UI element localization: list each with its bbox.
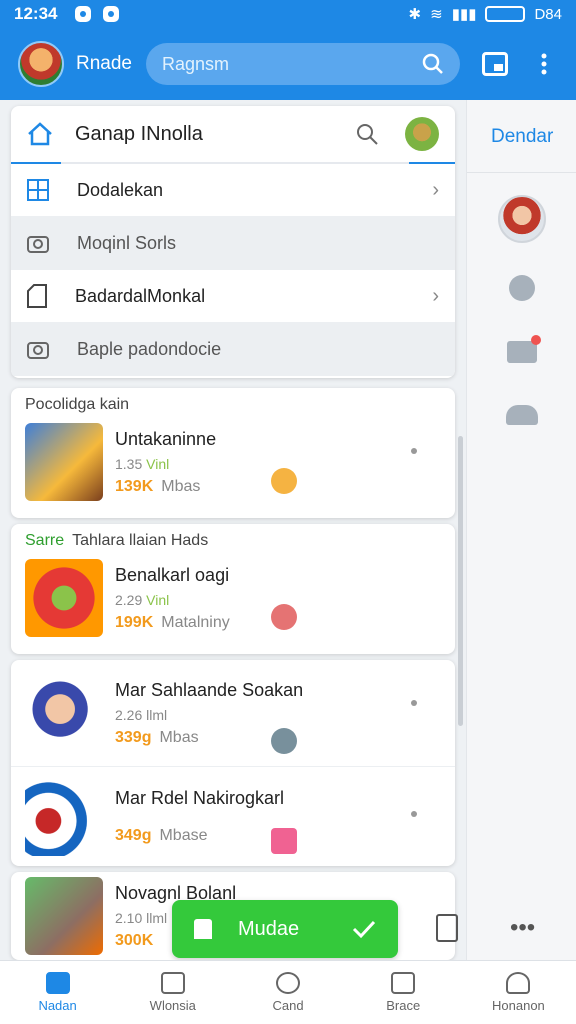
status-bar: 12:34 ✱ ≋ ▮▮▮ D84 [0, 0, 576, 28]
home-icon [194, 919, 212, 939]
home-icon [45, 972, 70, 994]
nav-label: Wlonsia [149, 998, 196, 1013]
signal-icon: ▮▮▮ [451, 6, 477, 23]
menu-card: Ganap INnolla Dodalekan › Moqinl Sorls B… [11, 106, 455, 378]
app-logo[interactable] [18, 41, 64, 87]
document-icon[interactable] [436, 914, 458, 942]
chevron-right-icon: › [432, 284, 439, 307]
app-thumbnail [25, 559, 103, 637]
grid-icon [27, 179, 49, 201]
file-icon [27, 284, 47, 308]
nav-item-home[interactable]: Nadan [0, 961, 115, 1024]
status-right-text: D84 [534, 5, 562, 23]
section-title: Sarre Tahlara llaian Hads [25, 532, 209, 549]
open-button-label: Mudae [238, 917, 300, 940]
pin-icon[interactable] [505, 273, 539, 305]
divider [467, 172, 576, 173]
section-title: Pocolidga kain [25, 396, 130, 413]
app-list-card: Pocolidga kain Untakaninne 1.35 Vinl 139… [11, 388, 455, 518]
menu-row-label: BadardalMonkal [75, 285, 206, 306]
nav-label: Cand [272, 998, 304, 1013]
menu-row-label: Moqinl Sorls [77, 232, 177, 253]
shield-icon [391, 972, 416, 994]
app-thumbnail [25, 877, 103, 955]
more-horiz-icon[interactable]: ••• [510, 914, 535, 942]
open-button[interactable]: Mudae [172, 900, 398, 958]
menu-row-label: Baple padondocie [77, 338, 222, 359]
profile-icon [506, 972, 531, 994]
nav-item-chart[interactable]: Cand [230, 961, 345, 1024]
menu-row[interactable]: BadardalMonkal › [11, 270, 455, 323]
more-vert-icon[interactable] [530, 50, 558, 78]
list-item[interactable]: Mar Rdel Nakirogkarl 349g Mbase [11, 766, 455, 866]
app-list-card: Sarre Tahlara llaian Hads Benalkarl oagi … [11, 524, 455, 654]
store-icon [160, 972, 185, 994]
app-meta: 2.26 llml [115, 706, 168, 723]
menu-card-header: Ganap INnolla [11, 106, 455, 164]
app-name: Untakaninne [115, 428, 217, 449]
badge-icon [271, 728, 297, 754]
tab-indicator [409, 162, 455, 164]
camera-icon [27, 342, 49, 359]
app-thumbnail [25, 423, 103, 501]
app-title: Rnade [76, 53, 132, 74]
status-right: ✱ ≋ ▮▮▮ D84 [408, 5, 562, 24]
app-name: Mar Sahlaande Soakan [115, 679, 304, 700]
menu-row[interactable]: Dodalekan › [11, 164, 455, 217]
nav-item-shield[interactable]: Brace [346, 961, 461, 1024]
notification-icon [103, 6, 120, 22]
badge-icon [271, 604, 297, 630]
wifi-icon: ≋ [430, 6, 443, 23]
nav-item-store[interactable]: Wlonsia [115, 961, 230, 1024]
list-item[interactable]: Benalkarl oagi 2.29 Vinl 199K Matalniny [11, 554, 455, 642]
app-name: Mar Rdel Nakirogkarl [115, 788, 285, 808]
camera-icon [27, 236, 49, 253]
user-avatar[interactable] [405, 117, 439, 151]
app-thumbnail [25, 777, 103, 856]
menu-row-label: Dodalekan [77, 179, 164, 200]
nav-label: Honanon [492, 998, 545, 1013]
people-icon[interactable] [505, 397, 539, 429]
scrollbar[interactable] [458, 436, 463, 726]
bottom-nav: Nadan Wlonsia Cand Brace Honanon [0, 960, 576, 1024]
chevron-right-icon: › [432, 178, 439, 201]
side-panel: Dendar [466, 100, 576, 960]
badge-icon [271, 828, 297, 854]
more-icon[interactable] [411, 448, 417, 454]
menu-row[interactable]: Baple padondocie [11, 323, 455, 376]
menu-row[interactable]: Moqinl Sorls [11, 217, 455, 270]
nav-label: Brace [386, 998, 421, 1013]
search-placeholder: Ragnsm [162, 53, 230, 74]
more-icon[interactable] [411, 811, 417, 817]
notification-icon [75, 6, 92, 22]
list-item[interactable]: Mar Sahlaande Soakan 2.26 llml 339g Mbas [11, 660, 455, 766]
battery-icon [485, 6, 526, 22]
tab-indicator [11, 162, 61, 164]
avatar[interactable] [497, 195, 546, 243]
side-panel-title[interactable]: Dendar [491, 126, 576, 148]
status-time: 12:34 [14, 4, 58, 23]
mail-icon[interactable] [505, 335, 541, 367]
list-item[interactable]: Untakaninne 1.35 Vinl 139K Mbas [11, 418, 455, 506]
badge-icon [271, 468, 297, 494]
home-icon[interactable] [27, 122, 53, 146]
nav-item-profile[interactable]: Honanon [461, 961, 576, 1024]
search-icon[interactable] [355, 122, 379, 146]
nav-label: Nadan [38, 998, 77, 1013]
search-icon[interactable] [422, 53, 444, 75]
app-name: Benalkarl oagi [115, 564, 230, 585]
menu-card-title: Ganap INnolla [75, 122, 203, 145]
more-icon[interactable] [411, 700, 417, 706]
tabs-icon[interactable] [482, 52, 508, 76]
app-bar: Rnade Ragnsm [0, 28, 576, 100]
bluetooth-icon: ✱ [408, 6, 422, 23]
search-input[interactable]: Ragnsm [146, 43, 460, 85]
app-thumbnail [25, 674, 103, 752]
app-list-card: Mar Sahlaande Soakan 2.26 llml 339g Mbas … [11, 660, 455, 866]
check-icon [352, 920, 376, 939]
chart-icon [276, 972, 300, 994]
